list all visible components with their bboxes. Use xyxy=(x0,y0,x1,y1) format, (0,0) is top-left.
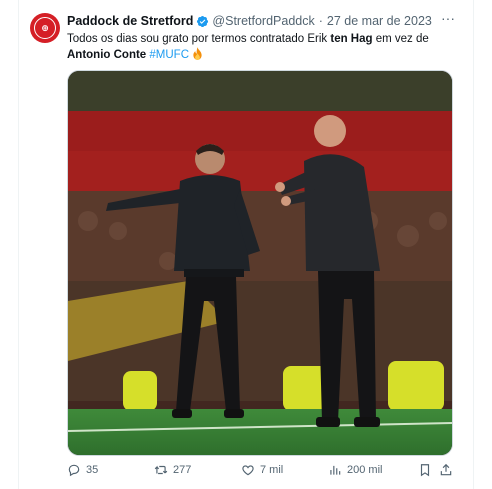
views-count: 200 mil xyxy=(347,464,383,476)
photo-image xyxy=(68,71,452,455)
reply-count: 35 xyxy=(86,464,99,476)
reply-button[interactable]: 35 xyxy=(67,463,98,477)
tweet-date[interactable]: 27 de mar de 2023 xyxy=(327,13,432,29)
club-crest-icon: ⊕ xyxy=(34,17,56,39)
fire-icon xyxy=(193,47,202,60)
tweet-actions: 35 277 7 mil 200 mil xyxy=(67,463,455,483)
share-icon xyxy=(440,463,452,476)
views-button[interactable]: 200 mil xyxy=(328,463,382,477)
separator-dot: · xyxy=(318,14,323,28)
hashtag-link[interactable]: #MUFC xyxy=(149,49,189,61)
tweet-photo[interactable] xyxy=(67,70,453,456)
tweet-text-part: Todos os dias sou grato por termos contr… xyxy=(67,33,331,45)
like-button[interactable]: 7 mil xyxy=(241,463,283,477)
tweet-header: Paddock de Stretford @StretfordPaddck · … xyxy=(67,13,432,29)
verified-badge-icon xyxy=(197,15,209,27)
retweet-count: 277 xyxy=(173,464,192,476)
bookmark-icon xyxy=(420,464,430,477)
heart-icon xyxy=(242,465,254,476)
tweet-text-bold: Antonio Conte xyxy=(67,49,147,61)
tweet-text-bold: ten Hag xyxy=(330,33,373,45)
like-count: 7 mil xyxy=(260,464,284,476)
author-name[interactable]: Paddock de Stretford xyxy=(67,13,193,29)
reply-icon xyxy=(68,464,80,477)
share-button[interactable] xyxy=(439,463,458,477)
views-chart-icon xyxy=(330,465,341,475)
retweet-icon xyxy=(154,465,168,475)
retweet-button[interactable]: 277 xyxy=(154,463,191,477)
bookmark-button[interactable] xyxy=(418,463,437,477)
more-options-icon[interactable]: ··· xyxy=(440,11,456,28)
author-handle[interactable]: @StretfordPaddck xyxy=(212,13,314,29)
tweet-text: Todos os dias sou grato por termos contr… xyxy=(67,31,457,63)
avatar[interactable]: ⊕ xyxy=(30,13,60,43)
tweet-text-part: em vez de xyxy=(372,33,429,45)
